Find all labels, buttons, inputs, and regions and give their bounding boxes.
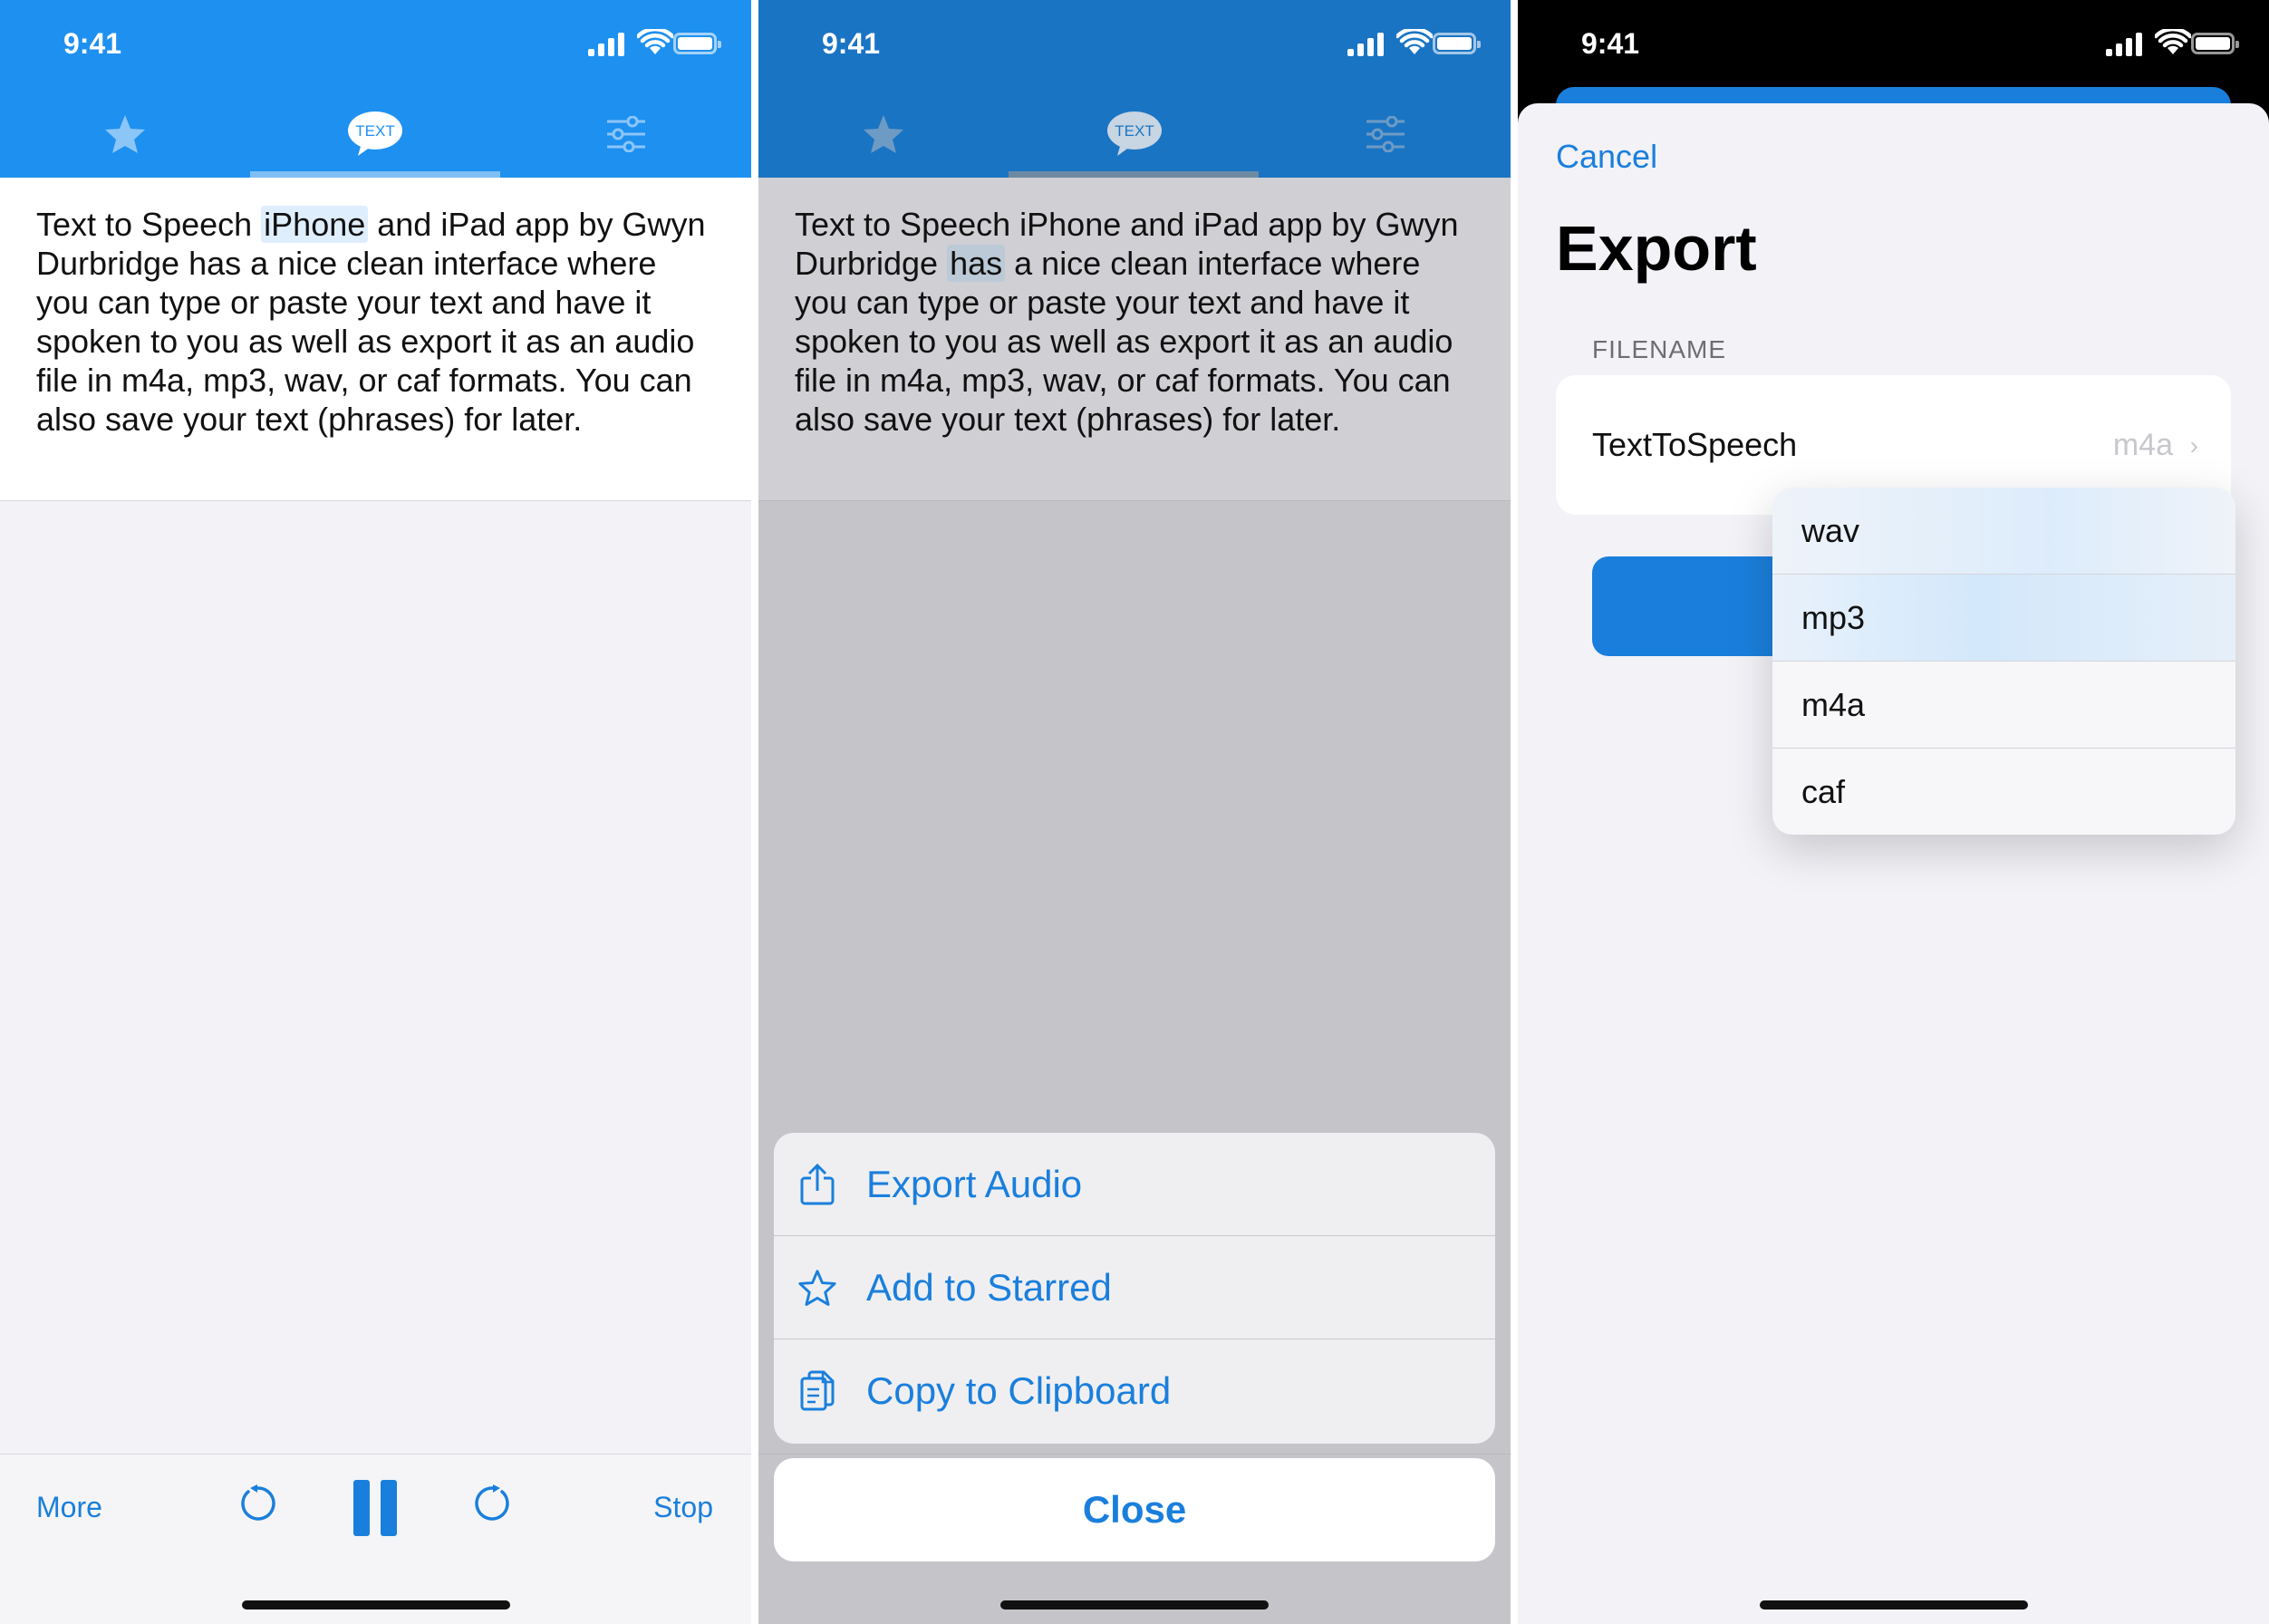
phone-screen-action-sheet: 9:41 TEXT Text to Speech iPhone and iPad…: [758, 0, 1511, 1624]
battery-icon: [673, 33, 721, 54]
format-option-m4a[interactable]: m4a: [1772, 662, 2235, 749]
chevron-right-icon: ›: [2189, 431, 2198, 459]
export-audio-action[interactable]: Export Audio: [774, 1133, 1495, 1236]
star-outline-icon: [797, 1266, 837, 1310]
tab-settings[interactable]: [1260, 91, 1511, 178]
sliders-icon: [606, 116, 645, 152]
home-indicator: [1000, 1600, 1269, 1610]
format-option-mp3[interactable]: mp3: [1772, 575, 2235, 662]
filename-input[interactable]: TextToSpeech: [1592, 426, 1797, 464]
close-button[interactable]: Close: [774, 1458, 1495, 1561]
tab-indicator: [250, 171, 500, 178]
forward-button[interactable]: [473, 1484, 513, 1528]
tab-starred[interactable]: [0, 91, 250, 178]
text-editor[interactable]: Text to Speech iPhone and iPad app by Gw…: [0, 178, 751, 501]
forward-icon: [475, 1484, 509, 1521]
tab-bar: TEXT: [758, 91, 1511, 178]
stop-button[interactable]: Stop: [653, 1491, 713, 1524]
pause-icon: [353, 1480, 397, 1536]
playback-toolbar: More Stop: [0, 1454, 751, 1624]
star-icon: [864, 115, 904, 153]
tab-text[interactable]: TEXT: [250, 91, 500, 178]
app-header: 9:41 TEXT: [758, 0, 1511, 178]
wifi-icon: [2153, 26, 2193, 56]
clipboard-icon: [797, 1369, 837, 1413]
page-title: Export: [1556, 213, 1757, 284]
speech-bubble-icon: TEXT: [348, 111, 403, 156]
status-time: 9:41: [1581, 27, 1640, 60]
wifi-icon: [635, 26, 675, 56]
export-audio-label: Export Audio: [866, 1162, 1083, 1205]
pause-button[interactable]: [352, 1480, 399, 1541]
text-editor[interactable]: Text to Speech iPhone and iPad app by Gw…: [758, 178, 1511, 501]
wifi-icon: [1395, 26, 1434, 56]
cancel-button[interactable]: Cancel: [1556, 138, 1657, 176]
status-bar: 9:41: [0, 0, 751, 91]
phone-screen-editor: 9:41 TEXT Text to Speech iPhone and iPad…: [0, 0, 751, 1624]
spoken-word-highlight: has: [947, 245, 1006, 282]
share-icon: [797, 1163, 837, 1206]
rewind-button[interactable]: [237, 1484, 277, 1528]
tab-bar: TEXT: [0, 91, 751, 178]
signal-icon: [1347, 33, 1384, 56]
status-bar: 9:41: [758, 0, 1511, 91]
status-bar: 9:41: [1518, 0, 2269, 91]
format-picker[interactable]: m4a: [2113, 428, 2173, 463]
export-modal: Cancel Export FILENAME TextToSpeech m4a …: [1518, 103, 2269, 1624]
battery-icon: [2191, 33, 2239, 54]
more-button[interactable]: More: [36, 1491, 102, 1524]
home-indicator: [241, 1600, 510, 1610]
add-to-starred-label: Add to Starred: [866, 1265, 1112, 1309]
app-header: 9:41 TEXT: [0, 0, 751, 178]
format-dropdown-menu: wav mp3 m4a caf: [1772, 488, 2235, 835]
tab-text[interactable]: TEXT: [1009, 91, 1260, 178]
copy-to-clipboard-label: Copy to Clipboard: [866, 1369, 1172, 1412]
format-option-wav[interactable]: wav: [1772, 488, 2235, 575]
signal-icon: [588, 33, 624, 56]
editor-text: Text to Speech iPhone and iPad app by Gw…: [36, 205, 715, 439]
tab-starred[interactable]: [758, 91, 1009, 178]
text-before: Text to Speech: [36, 206, 262, 243]
sliders-icon: [1366, 116, 1405, 152]
add-to-starred-action[interactable]: Add to Starred: [774, 1236, 1495, 1339]
format-option-caf[interactable]: caf: [1772, 749, 2235, 835]
phone-screen-export: 9:41 Cancel Export FILENAME TextToSpeech…: [1518, 0, 2269, 1624]
tab-text-label: TEXT: [1115, 122, 1154, 140]
star-icon: [105, 115, 146, 153]
status-time: 9:41: [63, 27, 122, 60]
action-sheet: Export Audio Add to Starred Copy to Clip…: [774, 1133, 1495, 1444]
status-time: 9:41: [822, 27, 881, 60]
rewind-icon: [241, 1484, 275, 1521]
editor-text: Text to Speech iPhone and iPad app by Gw…: [795, 205, 1474, 439]
home-indicator: [1759, 1600, 2028, 1610]
copy-to-clipboard-action[interactable]: Copy to Clipboard: [774, 1339, 1495, 1443]
tab-settings[interactable]: [501, 91, 751, 178]
speech-bubble-icon: TEXT: [1107, 111, 1162, 156]
tab-text-label: TEXT: [356, 122, 395, 140]
signal-icon: [2106, 33, 2142, 56]
tab-indicator: [1009, 171, 1259, 178]
spoken-word-highlight: iPhone: [261, 206, 369, 243]
battery-icon: [1433, 33, 1481, 54]
filename-section-label: FILENAME: [1592, 335, 1727, 363]
divider: [758, 1454, 1511, 1455]
